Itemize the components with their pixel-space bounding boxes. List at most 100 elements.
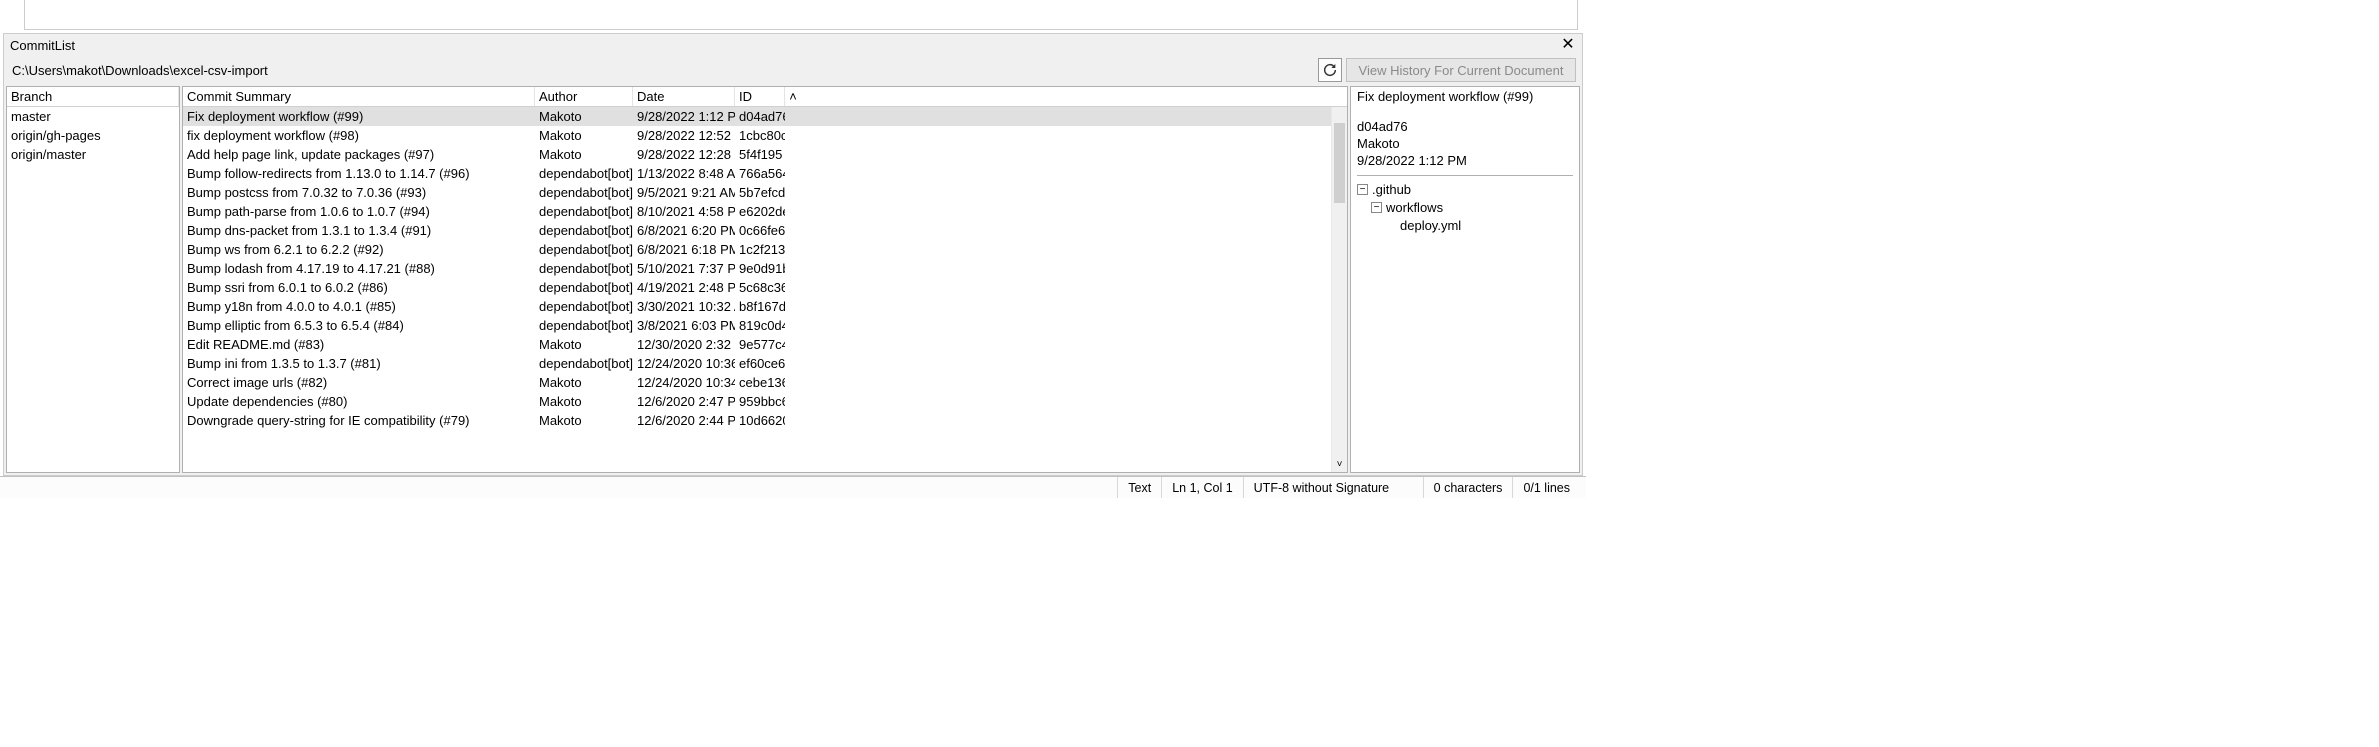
commit-date: 3/30/2021 10:32 AM bbox=[633, 299, 735, 314]
refresh-button[interactable] bbox=[1318, 58, 1342, 82]
commit-row[interactable]: Bump y18n from 4.0.0 to 4.0.1 (#85)depen… bbox=[183, 297, 1331, 316]
commit-row[interactable]: Bump lodash from 4.17.19 to 4.17.21 (#88… bbox=[183, 259, 1331, 278]
commit-summary: Add help page link, update packages (#97… bbox=[183, 147, 535, 162]
commit-row[interactable]: Bump postcss from 7.0.32 to 7.0.36 (#93)… bbox=[183, 183, 1331, 202]
status-chars: 0 characters bbox=[1423, 477, 1513, 498]
file-tree: − .github − workflows deploy.yml bbox=[1357, 175, 1573, 234]
commit-date: 12/6/2020 2:47 PM bbox=[633, 394, 735, 409]
commit-id: b8f167d bbox=[735, 299, 785, 314]
commit-author: dependabot[bot] bbox=[535, 299, 633, 314]
commit-row[interactable]: Fix deployment workflow (#99)Makoto9/28/… bbox=[183, 107, 1331, 126]
repo-path: C:\Users\makot\Downloads\excel-csv-impor… bbox=[12, 63, 1318, 78]
commit-author: Makoto bbox=[535, 128, 633, 143]
col-date[interactable]: Date bbox=[633, 87, 735, 106]
commit-author: dependabot[bot] bbox=[535, 318, 633, 333]
tree-node-root[interactable]: .github bbox=[1372, 182, 1411, 197]
scroll-up-icon[interactable] bbox=[1332, 107, 1347, 123]
status-mode[interactable]: Text bbox=[1117, 477, 1161, 498]
commit-id: e6202de bbox=[735, 204, 785, 219]
commit-row[interactable]: Bump ssri from 6.0.1 to 6.0.2 (#86)depen… bbox=[183, 278, 1331, 297]
commit-id: 0c66fe6 bbox=[735, 223, 785, 238]
commit-author: dependabot[bot] bbox=[535, 166, 633, 181]
commit-summary: Update dependencies (#80) bbox=[183, 394, 535, 409]
scroll-thumb[interactable] bbox=[1334, 123, 1345, 203]
commit-row[interactable]: Downgrade query-string for IE compatibil… bbox=[183, 411, 1331, 430]
status-lines: 0/1 lines bbox=[1512, 477, 1580, 498]
commit-date: 9/28/2022 12:28 PM bbox=[633, 147, 735, 162]
commit-row[interactable]: fix deployment workflow (#98)Makoto9/28/… bbox=[183, 126, 1331, 145]
commit-date: 9/28/2022 12:52 PM bbox=[633, 128, 735, 143]
commit-date: 12/24/2020 10:34 AM bbox=[633, 375, 735, 390]
commit-row[interactable]: Bump elliptic from 6.5.3 to 6.5.4 (#84)d… bbox=[183, 316, 1331, 335]
close-icon[interactable]: ✕ bbox=[1558, 36, 1578, 54]
status-bar: Text Ln 1, Col 1 UTF-8 without Signature… bbox=[0, 476, 1586, 498]
commit-author: dependabot[bot] bbox=[535, 261, 633, 276]
commit-date: 12/24/2020 10:36 AM bbox=[633, 356, 735, 371]
commit-summary: Bump ws from 6.2.1 to 6.2.2 (#92) bbox=[183, 242, 535, 257]
editor-pane[interactable] bbox=[24, 0, 1578, 30]
commit-date: 12/30/2020 2:32 PM bbox=[633, 337, 735, 352]
commit-summary: Bump ini from 1.3.5 to 1.3.7 (#81) bbox=[183, 356, 535, 371]
commit-summary: Bump follow-redirects from 1.13.0 to 1.1… bbox=[183, 166, 535, 181]
tree-collapse-icon[interactable]: − bbox=[1357, 184, 1368, 195]
scroll-down-icon[interactable]: ˅ bbox=[1332, 456, 1347, 472]
commit-author: Makoto bbox=[535, 337, 633, 352]
commit-summary: Bump lodash from 4.17.19 to 4.17.21 (#88… bbox=[183, 261, 535, 276]
commit-author: dependabot[bot] bbox=[535, 356, 633, 371]
commit-row[interactable]: Bump ws from 6.2.1 to 6.2.2 (#92)dependa… bbox=[183, 240, 1331, 259]
commit-author: Makoto bbox=[535, 413, 633, 428]
commit-summary: Downgrade query-string for IE compatibil… bbox=[183, 413, 535, 428]
commit-id: 1c2f213 bbox=[735, 242, 785, 257]
commit-details: Fix deployment workflow (#99) d04ad76 Ma… bbox=[1350, 86, 1580, 473]
col-summary[interactable]: Commit Summary bbox=[183, 87, 535, 106]
commit-list-panel: CommitList ✕ C:\Users\makot\Downloads\ex… bbox=[3, 33, 1583, 476]
commit-date: 12/6/2020 2:44 PM bbox=[633, 413, 735, 428]
commit-date: 3/8/2021 6:03 PM bbox=[633, 318, 735, 333]
commit-date: 4/19/2021 2:48 PM bbox=[633, 280, 735, 295]
details-message: Fix deployment workflow (#99) bbox=[1357, 89, 1573, 104]
col-id[interactable]: ID bbox=[735, 87, 785, 106]
commit-row[interactable]: Bump ini from 1.3.5 to 1.3.7 (#81)depend… bbox=[183, 354, 1331, 373]
commit-id: cebe136 bbox=[735, 375, 785, 390]
commit-author: dependabot[bot] bbox=[535, 223, 633, 238]
tree-node-file[interactable]: deploy.yml bbox=[1400, 218, 1461, 233]
commit-id: ef60ce6 bbox=[735, 356, 785, 371]
scrollbar[interactable]: ˅ bbox=[1331, 107, 1347, 472]
commit-author: dependabot[bot] bbox=[535, 242, 633, 257]
commit-row[interactable]: Correct image urls (#82)Makoto12/24/2020… bbox=[183, 373, 1331, 392]
commit-summary: fix deployment workflow (#98) bbox=[183, 128, 535, 143]
commit-id: 5c68c36 bbox=[735, 280, 785, 295]
commit-row[interactable]: Bump follow-redirects from 1.13.0 to 1.1… bbox=[183, 164, 1331, 183]
refresh-icon bbox=[1322, 62, 1338, 78]
panel-title: CommitList bbox=[10, 38, 1558, 53]
commit-id: 5f4f195 bbox=[735, 147, 785, 162]
branch-item[interactable]: origin/gh-pages bbox=[7, 126, 179, 145]
commit-date: 5/10/2021 7:37 PM bbox=[633, 261, 735, 276]
commit-row[interactable]: Edit README.md (#83)Makoto12/30/2020 2:3… bbox=[183, 335, 1331, 354]
commit-date: 1/13/2022 8:48 AM bbox=[633, 166, 735, 181]
commit-row[interactable]: Bump path-parse from 1.0.6 to 1.0.7 (#94… bbox=[183, 202, 1331, 221]
commit-id: 959bbc6 bbox=[735, 394, 785, 409]
commit-row[interactable]: Update dependencies (#80)Makoto12/6/2020… bbox=[183, 392, 1331, 411]
commit-summary: Bump y18n from 4.0.0 to 4.0.1 (#85) bbox=[183, 299, 535, 314]
branch-item[interactable]: master bbox=[7, 107, 179, 126]
commit-date: 9/5/2021 9:21 AM bbox=[633, 185, 735, 200]
commit-row[interactable]: Add help page link, update packages (#97… bbox=[183, 145, 1331, 164]
chevron-up-icon[interactable]: ˄ bbox=[785, 89, 801, 104]
commit-list: Commit Summary Author Date ID ˄ Fix depl… bbox=[182, 86, 1348, 473]
commit-summary: Bump ssri from 6.0.1 to 6.0.2 (#86) bbox=[183, 280, 535, 295]
tree-node-folder[interactable]: workflows bbox=[1386, 200, 1443, 215]
commit-id: 9e577c4 bbox=[735, 337, 785, 352]
branch-item[interactable]: origin/master bbox=[7, 145, 179, 164]
status-encoding[interactable]: UTF-8 without Signature bbox=[1243, 477, 1423, 498]
commit-id: 5b7efcd bbox=[735, 185, 785, 200]
status-position[interactable]: Ln 1, Col 1 bbox=[1161, 477, 1242, 498]
details-commit-id: d04ad76 bbox=[1357, 118, 1573, 135]
commit-date: 6/8/2021 6:20 PM bbox=[633, 223, 735, 238]
commit-id: 766a564 bbox=[735, 166, 785, 181]
branch-header[interactable]: Branch bbox=[7, 87, 179, 106]
commit-row[interactable]: Bump dns-packet from 1.3.1 to 1.3.4 (#91… bbox=[183, 221, 1331, 240]
col-author[interactable]: Author bbox=[535, 87, 633, 106]
tree-collapse-icon[interactable]: − bbox=[1371, 202, 1382, 213]
commit-author: dependabot[bot] bbox=[535, 204, 633, 219]
